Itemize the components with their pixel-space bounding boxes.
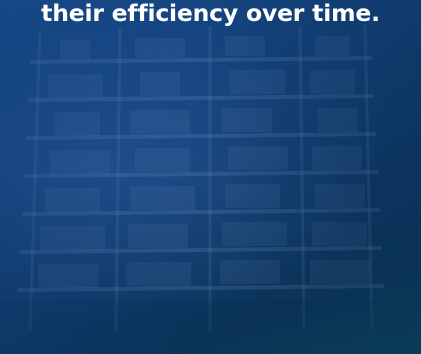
headline-text: their efficiency over time. <box>41 0 380 27</box>
color-overlay <box>0 0 421 354</box>
promo-banner: their efficiency over time. <box>0 0 421 354</box>
